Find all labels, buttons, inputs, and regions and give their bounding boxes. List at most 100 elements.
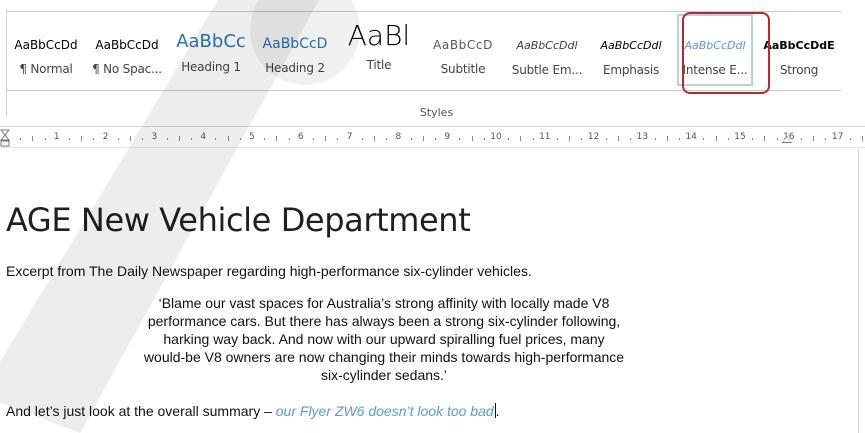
ruler-tick [361, 138, 363, 140]
ruler-tick [374, 136, 375, 141]
ruler-number: 10 [490, 132, 502, 142]
ruler-tick [386, 138, 388, 140]
ruler-tick [69, 138, 70, 140]
ruler-number: 7 [346, 132, 353, 142]
style-preview: AaBbCcDdE [763, 39, 835, 52]
ruler-number: 9 [444, 132, 451, 142]
ruler-tick [93, 138, 95, 140]
style-label: Strong [779, 63, 819, 77]
ruler-tick [32, 136, 34, 141]
style-preview: AaBbCcDd [14, 38, 78, 52]
ruler-number: 13 [636, 132, 649, 142]
ruler-tick [813, 136, 815, 141]
style-label: Heading 2 [265, 61, 325, 75]
ruler-tick [435, 138, 436, 140]
style-strong[interactable]: AaBbCcDdE Strong [757, 12, 841, 90]
ruler-tick [520, 136, 522, 141]
ruler-tick [508, 138, 510, 140]
ruler-number: 17 [831, 132, 844, 142]
style-title[interactable]: AaBl Title [337, 12, 421, 90]
quote-line: harking way back. And now with our upwar… [163, 331, 605, 347]
styles-gallery: AaBbCcDd ¶ Normal AaBbCcDd ¶ No Spac... AaBb… [7, 11, 841, 91]
ruler-tick [166, 138, 168, 140]
ruler-tick [81, 136, 83, 141]
style-preview: AaBbCcD [262, 36, 328, 52]
ruler-number: 4 [200, 132, 207, 142]
ruler-tick [801, 138, 802, 140]
ruler-tick [191, 138, 192, 140]
ruler-tick [776, 138, 778, 140]
quote-paragraph[interactable]: ‘Blame our vast spaces for Australia’s s… [80, 294, 688, 384]
style-emphasis[interactable]: AaBbCcDdl Emphasis [589, 12, 673, 90]
ruler-tick [276, 136, 278, 141]
ruler-tick [532, 138, 534, 140]
ruler-tick [288, 138, 290, 140]
ruler-tick [825, 138, 827, 140]
ruler-tick [752, 138, 754, 140]
ruler-tick [581, 138, 583, 140]
styles-ribbon: AaBbCcDd ¶ Normal AaBbCcDd ¶ No Spac... AaBb… [0, 0, 865, 127]
ruler-tick [618, 136, 619, 141]
ruler-strip: 1 2 3 4 5 6 7 8 9 10 11 12 13 14 15 16 17 [8, 129, 865, 143]
page-edge [858, 149, 859, 433]
style-preview: AaBl [347, 19, 411, 52]
style--no-spac[interactable]: AaBbCcDd ¶ No Spac... [85, 12, 169, 90]
styles-group: AaBbCcDd ¶ Normal AaBbCcDd ¶ No Spac... AaBb… [6, 9, 865, 119]
summary-paragraph[interactable]: And let’s just look at the overall summa… [6, 403, 500, 419]
quote-line: six-cylinder sedans.’ [320, 367, 448, 383]
style-label: Title [366, 58, 392, 72]
ruler-number: 6 [297, 132, 304, 142]
summary-end: . [495, 403, 500, 419]
ruler-number: 5 [249, 132, 255, 142]
summary-text: And let’s just look at the overall summa… [6, 403, 276, 419]
style-preview: AaBbCcDdl [684, 39, 746, 52]
ruler-tick [422, 136, 424, 141]
style-preview: AaBbCc [176, 31, 246, 52]
ruler-tick [44, 138, 46, 140]
right-indent-marker-icon[interactable] [782, 136, 792, 143]
style-subtitle[interactable]: AaBbCcD Subtitle [421, 12, 505, 90]
ruler-number: 2 [102, 132, 109, 142]
ruler-tick [703, 138, 705, 140]
style--normal[interactable]: AaBbCcDd ¶ Normal [7, 12, 85, 90]
ruler-tick [557, 138, 558, 140]
ruler-tick [130, 136, 131, 141]
style-label: Heading 1 [181, 60, 241, 74]
ruler-tick [325, 136, 327, 141]
style-label: ¶ No Spac... [92, 62, 162, 76]
intro-paragraph[interactable]: Excerpt from The Daily Newspaper regardi… [6, 263, 532, 279]
style-preview: AaBbCcDd [95, 38, 159, 52]
style-label: Subtitle [440, 62, 486, 76]
style-label: Subtle Em... [511, 63, 583, 77]
ruler-number: 15 [734, 132, 746, 142]
ruler-tick [239, 138, 241, 140]
ruler-tick [630, 138, 632, 140]
style-heading-2[interactable]: AaBbCcD Heading 2 [253, 12, 337, 90]
ruler-tick [178, 136, 180, 141]
ruler-tick [605, 138, 607, 140]
ruler-tick [569, 136, 571, 141]
ruler-tick [313, 138, 314, 140]
ruler-number: 8 [395, 132, 402, 142]
quote-line: ‘Blame our vast spaces for Australia’s s… [158, 295, 610, 311]
style-intense-e[interactable]: AaBbCcDdl Intense E... [673, 12, 757, 90]
horizontal-ruler[interactable]: 1 2 3 4 5 6 7 8 9 10 11 12 13 14 15 16 17 [0, 127, 865, 148]
document-heading[interactable]: AGE New Vehicle Department [6, 201, 471, 239]
style-preview: AaBbCcDdl [600, 39, 662, 52]
left-indent-marker-icon[interactable] [0, 127, 10, 149]
summary-emphasis: our Flyer ZW6 doesn’t look too bad [275, 403, 494, 419]
ruler-tick [849, 138, 851, 140]
ruler-tick [862, 136, 863, 141]
ruler-tick [727, 138, 729, 140]
ruler-number: 12 [587, 132, 600, 142]
style-heading-1[interactable]: AaBbCc Heading 1 [169, 12, 253, 90]
ruler-tick [654, 138, 656, 140]
style-label: Emphasis [602, 63, 660, 77]
style-preview: AaBbCcD [433, 38, 493, 52]
style-subtle-em[interactable]: AaBbCcDdl Subtle Em... [505, 12, 589, 90]
style-label: ¶ Normal [19, 62, 73, 76]
ruler-tick [20, 138, 22, 140]
document-page[interactable]: AGE New Vehicle Department Excerpt from … [0, 149, 858, 433]
ruler-tick [679, 138, 680, 140]
ruler-tick [410, 138, 412, 140]
